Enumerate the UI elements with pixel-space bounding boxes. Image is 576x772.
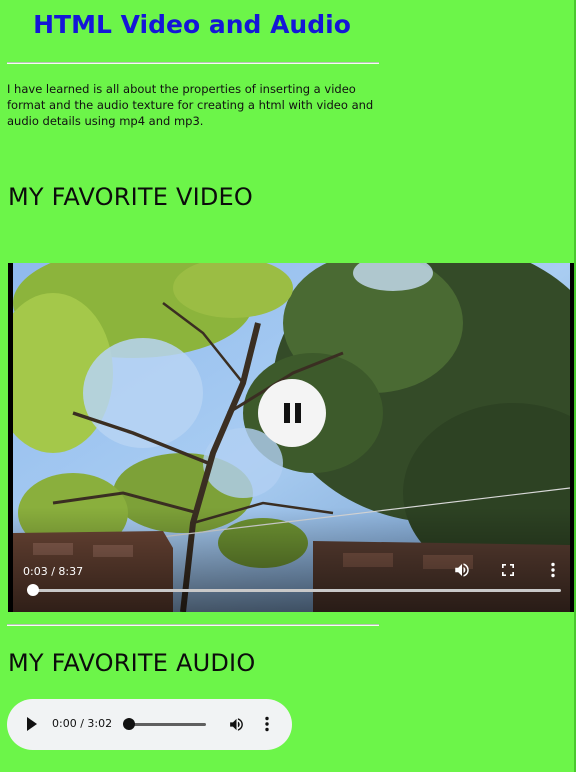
more-options-icon [265, 716, 269, 732]
page-title: HTML Video and Audio [33, 10, 351, 39]
volume-icon [455, 563, 469, 577]
pause-button[interactable] [258, 379, 326, 447]
divider [7, 624, 379, 626]
pause-icon-bar [294, 403, 301, 423]
audio-player[interactable]: 0:00 / 3:02 [7, 699, 292, 750]
audio-more-options-button[interactable] [257, 714, 277, 734]
play-icon[interactable] [27, 717, 37, 731]
volume-icon [229, 717, 243, 731]
audio-time: 0:00 / 3:02 [52, 717, 113, 730]
more-options-icon [551, 562, 555, 578]
video-heading: MY FAVORITE VIDEO [8, 183, 254, 211]
audio-heading: MY FAVORITE AUDIO [8, 649, 256, 677]
audio-volume-button[interactable] [226, 714, 246, 734]
audio-seek-bar[interactable] [123, 718, 206, 730]
divider [7, 62, 379, 64]
video-time: 0:03 / 8:37 [23, 565, 84, 578]
intro-paragraph: I have learned is all about the properti… [7, 82, 374, 128]
fullscreen-icon [502, 564, 514, 576]
video-more-options-button[interactable] [542, 559, 564, 581]
video-seek-bar[interactable] [27, 584, 561, 596]
video-player[interactable]: 0:03 / 8:37 [8, 263, 576, 612]
audio-seek-handle[interactable] [123, 718, 135, 730]
pause-icon [283, 403, 290, 423]
fullscreen-button[interactable] [497, 559, 519, 581]
video-volume-button[interactable] [451, 559, 473, 581]
page: HTML Video and Audio I have learned is a… [0, 0, 576, 772]
